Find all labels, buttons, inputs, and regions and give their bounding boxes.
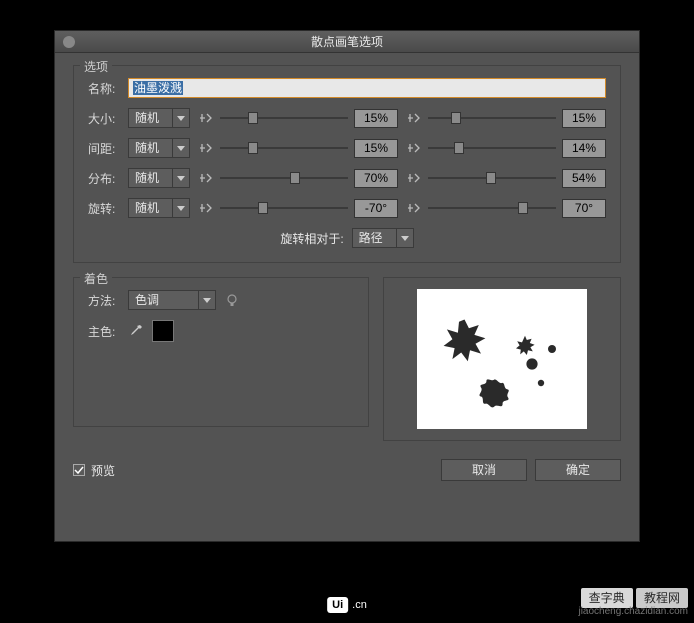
tips-icon[interactable] [224,292,240,308]
param-mode-select[interactable]: 随机 [128,138,190,158]
param-label: 大小: [88,110,120,127]
param-slider-2[interactable] [428,200,556,216]
rotation-relative-label: 旋转相对于: [280,230,343,247]
ui-cn-logo: Ui.cn [327,597,367,613]
key-color-label: 主色: [88,323,120,340]
chevron-down-icon [172,138,190,158]
chevron-down-icon [172,108,190,128]
link-right-icon[interactable] [406,170,422,186]
param-row-2: 分布: 随机 70% 54% [88,168,606,188]
eyedropper-icon[interactable] [128,323,144,339]
rotation-relative-row: 旋转相对于: 路径 [88,228,606,248]
options-legend: 选项 [80,58,112,75]
param-value-2[interactable]: 14% [562,139,606,158]
link-right-icon[interactable] [406,200,422,216]
coloring-fieldset: 着色 方法: 色调 主色: [73,277,369,427]
preview-checkbox[interactable]: 预览 [73,462,115,479]
param-value-2[interactable]: 70° [562,199,606,218]
coloring-legend: 着色 [80,270,112,287]
param-label: 旋转: [88,200,120,217]
param-value-2[interactable]: 54% [562,169,606,188]
key-color-row: 主色: [88,320,354,342]
name-row: 名称: 油墨泼溅 [88,78,606,98]
link-right-icon[interactable] [406,110,422,126]
dialog-title: 散点画笔选项 [311,35,383,49]
param-slider-1[interactable] [220,110,348,126]
param-slider-2[interactable] [428,110,556,126]
brush-preview [417,289,587,429]
brush-options-dialog: 散点画笔选项 选项 名称: 油墨泼溅 大小: 随机 15% 15% 间距: 随机 15% 14… [54,30,640,542]
link-left-icon[interactable] [198,200,214,216]
cancel-button[interactable]: 取消 [441,459,527,481]
ok-button[interactable]: 确定 [535,459,621,481]
key-color-swatch[interactable] [152,320,174,342]
param-slider-2[interactable] [428,170,556,186]
name-label: 名称: [88,80,120,97]
rotation-relative-select[interactable]: 路径 [352,228,414,248]
param-value-1[interactable]: 15% [354,139,398,158]
link-left-icon[interactable] [198,140,214,156]
link-left-icon[interactable] [198,110,214,126]
param-slider-1[interactable] [220,200,348,216]
link-left-icon[interactable] [198,170,214,186]
method-row: 方法: 色调 [88,290,354,310]
link-right-icon[interactable] [406,140,422,156]
param-mode-select[interactable]: 随机 [128,198,190,218]
param-value-1[interactable]: 15% [354,109,398,128]
checkbox-icon [73,464,85,476]
preview-label: 预览 [91,462,115,479]
param-row-3: 旋转: 随机 -70° 70° [88,198,606,218]
method-select[interactable]: 色调 [128,290,216,310]
param-mode-select[interactable]: 随机 [128,168,190,188]
chevron-down-icon [198,290,216,310]
name-input[interactable]: 油墨泼溅 [128,78,606,98]
param-label: 间距: [88,140,120,157]
param-label: 分布: [88,170,120,187]
param-value-2[interactable]: 15% [562,109,606,128]
param-row-0: 大小: 随机 15% 15% [88,108,606,128]
dialog-footer: 预览 取消 确定 [73,459,621,481]
param-value-1[interactable]: -70° [354,199,398,218]
close-icon[interactable] [63,36,75,48]
param-slider-1[interactable] [220,140,348,156]
dialog-titlebar[interactable]: 散点画笔选项 [55,31,639,53]
watermark: 查字典 教程网 jiaocheng.chazidian.com [578,589,688,617]
param-slider-1[interactable] [220,170,348,186]
param-mode-select[interactable]: 随机 [128,108,190,128]
chevron-down-icon [172,168,190,188]
param-row-1: 间距: 随机 15% 14% [88,138,606,158]
param-value-1[interactable]: 70% [354,169,398,188]
options-fieldset: 选项 名称: 油墨泼溅 大小:随机15%15%间距:随机15%14%分布:随机7… [73,65,621,263]
chevron-down-icon [396,228,414,248]
method-label: 方法: [88,292,120,309]
param-slider-2[interactable] [428,140,556,156]
chevron-down-icon [172,198,190,218]
preview-panel [383,277,621,441]
